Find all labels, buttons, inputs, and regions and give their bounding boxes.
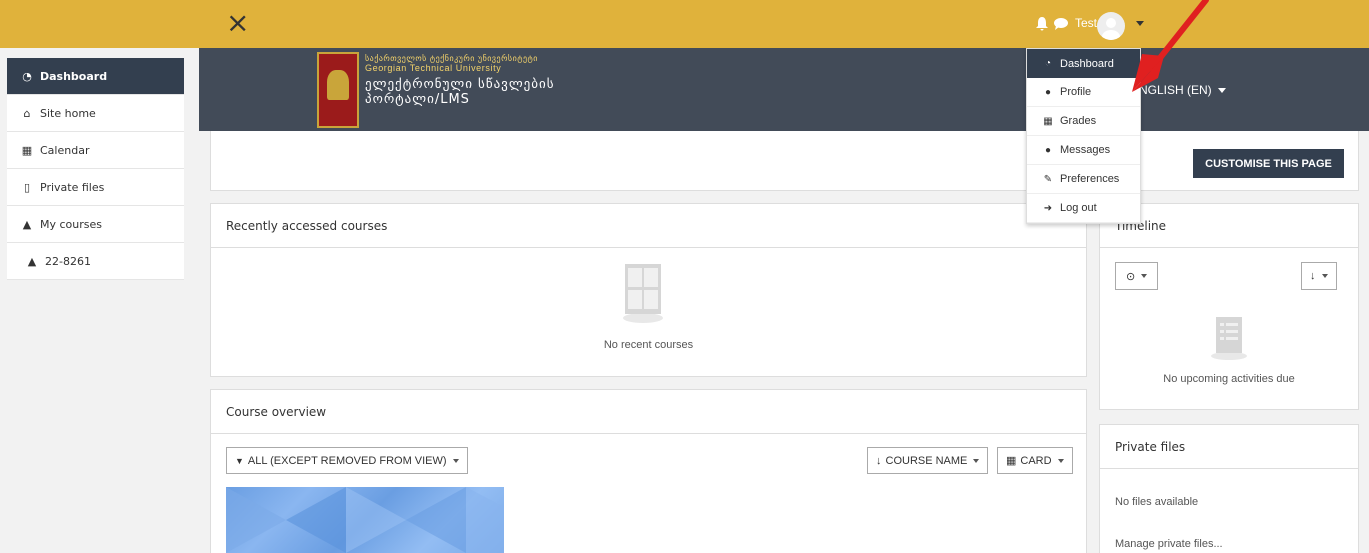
menu-item-label: Grades	[1060, 115, 1097, 127]
sidebar-item-label: Private files	[40, 180, 105, 194]
timeline-empty-text: No upcoming activities due	[1163, 373, 1295, 385]
block-title: Recently accessed courses	[211, 204, 1086, 248]
file-icon: ▯	[23, 180, 31, 194]
chevron-down-icon	[452, 458, 459, 463]
customise-page-button[interactable]: CUSTOMISE THIS PAGE	[1193, 149, 1344, 178]
page-header-region	[210, 131, 1359, 191]
wrench-icon: ✎	[1043, 173, 1053, 185]
avatar[interactable]	[1097, 12, 1125, 40]
graduation-cap-icon: ▲	[22, 217, 32, 231]
chat-icon: ●	[1044, 144, 1052, 156]
banner-title-georgian: საქართველოს ტექნიკური უნივერსიტეტი	[365, 54, 538, 63]
manage-private-files-link[interactable]: Manage private files...	[1115, 538, 1223, 550]
user-menu-profile[interactable]: ● Profile	[1027, 78, 1140, 107]
dashboard-icon: ◔	[1044, 58, 1052, 69]
sidebar-item-label: 22-8261	[45, 254, 91, 268]
university-logo	[317, 52, 359, 128]
menu-item-label: Dashboard	[1060, 57, 1114, 70]
sidebar-item-label: My courses	[40, 217, 102, 231]
sort-icon: ↓	[1310, 270, 1316, 282]
menu-item-label: Messages	[1060, 144, 1111, 156]
annotation-arrow-icon	[1132, 0, 1209, 92]
home-icon: ⌂	[23, 106, 31, 120]
banner-portal-line1: ელექტრონული სწავლების	[365, 77, 555, 92]
view-label: CARD	[1020, 454, 1052, 467]
user-menu-dashboard[interactable]: ◔ Dashboard	[1027, 49, 1140, 78]
filter-label: ALL (EXCEPT REMOVED FROM VIEW)	[247, 454, 447, 467]
chevron-down-icon	[1321, 274, 1328, 278]
course-placeholder-icon	[623, 264, 663, 323]
recent-courses-block: Recently accessed courses No recent cour…	[210, 203, 1087, 377]
empty-state-text: No recent courses	[603, 339, 694, 351]
bell-icon[interactable]	[1036, 17, 1048, 31]
grid-icon: ▦	[1006, 455, 1017, 467]
sidebar-item-label: Site home	[40, 106, 96, 120]
chevron-down-icon	[1141, 274, 1148, 278]
user-menu-logout[interactable]: ➜ Log out	[1027, 194, 1140, 223]
user-menu-messages[interactable]: ● Messages	[1027, 136, 1140, 165]
menu-item-label: Profile	[1060, 86, 1092, 98]
nav-drawer: ◔ Dashboard ⌂ Site home ▦ Calendar ▯ Private…	[7, 58, 184, 280]
banner-title-english: Georgian Technical University	[365, 63, 502, 73]
block-title: Private files	[1100, 425, 1358, 469]
filter-icon: ▼	[235, 455, 244, 466]
user-menu-grades[interactable]: ▦ Grades	[1027, 107, 1140, 136]
chevron-down-icon	[1057, 458, 1064, 463]
timeline-empty-icon	[1211, 317, 1247, 360]
block-title: Course overview	[211, 390, 1086, 434]
sort-icon: ↓	[876, 454, 882, 467]
sort-label: COURSE NAME	[885, 454, 968, 467]
user-icon: ●	[1044, 86, 1052, 98]
sidebar-item-label: Dashboard	[40, 69, 108, 83]
banner-portal-line2: პორტალი/LMS	[365, 92, 470, 107]
private-files-block: Private files No files available Manage …	[1099, 424, 1359, 553]
sort-dropdown[interactable]: ↓ COURSE NAME	[867, 447, 989, 474]
sidebar-item-site-home[interactable]: ⌂ Site home	[7, 95, 184, 132]
close-icon[interactable]: ×	[226, 9, 249, 37]
graduation-cap-icon: ▲	[27, 254, 37, 268]
grid-icon: ▦	[1043, 115, 1053, 127]
user-menu-dropdown: ◔ Dashboard ● Profile ▦ Grades ● Messages ✎ P…	[1026, 48, 1141, 224]
user-menu-preferences[interactable]: ✎ Preferences	[1027, 165, 1140, 194]
course-card-image[interactable]	[226, 487, 504, 553]
menu-item-label: Log out	[1060, 202, 1097, 214]
timeline-sort[interactable]: ↓	[1301, 262, 1337, 290]
filter-dropdown[interactable]: ▼ ALL (EXCEPT REMOVED FROM VIEW)	[226, 447, 468, 474]
user-name[interactable]: Test	[1075, 16, 1097, 30]
chat-icon[interactable]	[1054, 18, 1068, 30]
sidebar-item-course[interactable]: ▲ 22-8261	[7, 243, 184, 280]
sidebar-item-my-courses[interactable]: ▲ My courses	[7, 206, 184, 243]
sidebar-item-label: Calendar	[40, 143, 90, 157]
sidebar-item-private-files[interactable]: ▯ Private files	[7, 169, 184, 206]
sidebar-item-calendar[interactable]: ▦ Calendar	[7, 132, 184, 169]
logout-icon: ➜	[1043, 202, 1053, 214]
calendar-icon: ▦	[21, 143, 33, 157]
chevron-down-icon	[973, 458, 980, 463]
view-dropdown[interactable]: ▦ CARD	[997, 447, 1073, 474]
clock-icon: ⊙	[1126, 270, 1136, 283]
course-pattern	[226, 487, 504, 553]
timeline-day-filter[interactable]: ⊙	[1115, 262, 1159, 290]
sidebar-item-dashboard[interactable]: ◔ Dashboard	[7, 58, 184, 95]
dashboard-icon: ◔	[22, 69, 32, 83]
menu-item-label: Preferences	[1060, 173, 1120, 185]
avatar-icon	[1102, 18, 1120, 40]
private-files-empty: No files available	[1115, 496, 1199, 508]
